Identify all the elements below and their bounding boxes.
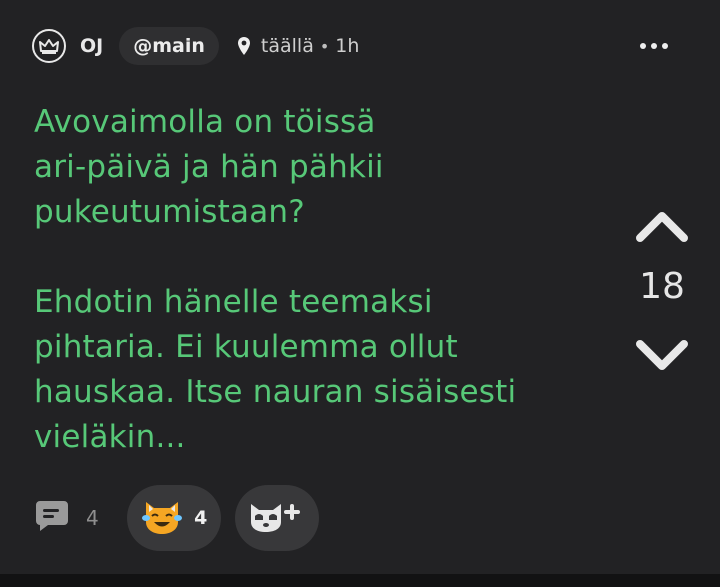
comment-count: 4	[86, 506, 99, 530]
location-pin-icon	[237, 36, 251, 56]
vote-count: 18	[639, 266, 685, 307]
post-header: OJ @main täällä • 1h	[32, 26, 696, 66]
comment-bubble-icon	[34, 499, 70, 537]
channel-chip[interactable]: @main	[119, 27, 219, 65]
post-text: Avovaimolla on töissä ari-päivä ja hän p…	[34, 104, 517, 455]
crown-icon[interactable]	[32, 29, 66, 63]
add-reaction-button[interactable]	[234, 485, 319, 551]
meta-separator: •	[319, 36, 330, 56]
chevron-up-icon[interactable]	[632, 200, 692, 250]
add-reaction-icon	[247, 498, 307, 538]
comments-button[interactable]: 4	[34, 499, 99, 537]
post-footer: 4 4	[34, 485, 319, 551]
reaction-count: 4	[194, 507, 208, 529]
location-label: täällä	[260, 35, 314, 57]
laughing-cat-emoji-icon	[140, 496, 184, 540]
bottom-divider	[0, 574, 720, 587]
chevron-down-icon[interactable]	[632, 330, 692, 380]
reaction-button[interactable]: 4	[126, 485, 221, 551]
post-age: 1h	[335, 35, 360, 57]
author-name[interactable]: OJ	[80, 35, 103, 57]
vote-panel: 18	[632, 200, 692, 380]
more-icon[interactable]	[626, 26, 696, 66]
channel-label: @main	[133, 35, 205, 57]
